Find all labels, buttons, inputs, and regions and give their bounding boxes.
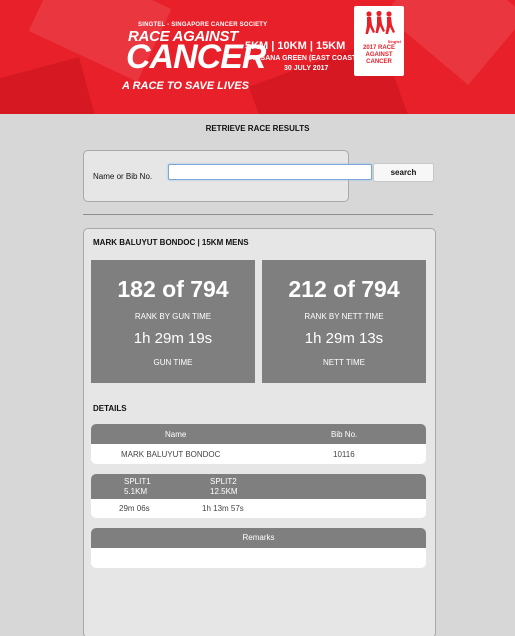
event-tagline: A RACE TO SAVE LIVES — [122, 80, 249, 92]
divider — [83, 214, 433, 215]
table-row: 29m 06s 1h 13m 57s — [91, 499, 426, 518]
split2-label: SPLIT2 — [210, 477, 237, 486]
remarks-table: Remarks — [91, 528, 426, 568]
nett-rank: 212 of 794 — [288, 276, 400, 302]
badge-title: 2017 RACE AGAINST CANCER — [362, 45, 395, 65]
search-label: Name or Bib No. — [93, 172, 153, 181]
gun-time-panel: 182 of 794 RANK BY GUN TIME 1h 29m 19s G… — [91, 260, 255, 383]
search-input[interactable] — [168, 164, 372, 180]
nett-rank-label: RANK BY NETT TIME — [304, 312, 384, 321]
event-badge-logo: Singtel 2017 RACE AGAINST CANCER — [354, 6, 404, 76]
event-banner: SINGTEL - SINGAPORE CANCER SOCIETY RACE … — [0, 0, 515, 114]
split1-distance: 5.1KM — [124, 487, 148, 496]
badge-sponsor: Singtel — [387, 39, 401, 44]
runner-name-cell: MARK BALUYUT BONDOC — [121, 450, 221, 459]
column-header-split1: SPLIT1 5.1KM — [124, 477, 151, 497]
runner-heading: MARK BALUYUT BONDOC | 15KM MENS — [93, 238, 249, 247]
search-button[interactable]: search — [373, 163, 434, 182]
event-distances: 5KM | 10KM | 15KM — [245, 40, 346, 52]
column-header-split2: SPLIT2 12.5KM — [210, 477, 238, 497]
split2-time-cell: 1h 13m 57s — [202, 504, 244, 513]
bib-number-cell: 10116 — [333, 450, 355, 459]
remarks-cell — [91, 548, 426, 568]
split2-distance: 12.5KM — [210, 487, 238, 496]
gun-rank-label: RANK BY GUN TIME — [134, 312, 212, 321]
banner-shard — [0, 56, 98, 114]
column-header-name: Name — [165, 430, 187, 439]
gun-time-value: 1h 29m 19s — [133, 330, 213, 347]
nett-time-label: NETT TIME — [323, 358, 365, 367]
table-row: MARK BALUYUT BONDOC 10116 — [91, 444, 426, 464]
split1-label: SPLIT1 — [124, 477, 151, 486]
splits-table: SPLIT1 5.1KM SPLIT2 12.5KM 29m 06s 1h 13… — [91, 474, 426, 518]
event-date: 30 JULY 2017 — [284, 65, 329, 72]
column-header-bib: Bib No. — [331, 430, 358, 439]
page-title: RETRIEVE RACE RESULTS — [205, 124, 310, 133]
runner-info-table: Name Bib No. MARK BALUYUT BONDOC 10116 — [91, 424, 426, 464]
runners-icon — [365, 10, 395, 34]
nett-time-value: 1h 29m 13s — [304, 330, 384, 347]
gun-rank: 182 of 794 — [117, 276, 229, 302]
table-header: Name Bib No. — [91, 424, 426, 444]
gun-time-label: GUN TIME — [153, 358, 193, 367]
column-header-remarks: Remarks — [91, 528, 426, 548]
split1-time-cell: 29m 06s — [119, 504, 150, 513]
nett-time-panel: 212 of 794 RANK BY NETT TIME 1h 29m 13s … — [262, 260, 426, 383]
details-title: DETAILS — [93, 404, 127, 413]
table-header: SPLIT1 5.1KM SPLIT2 12.5KM — [91, 474, 426, 499]
